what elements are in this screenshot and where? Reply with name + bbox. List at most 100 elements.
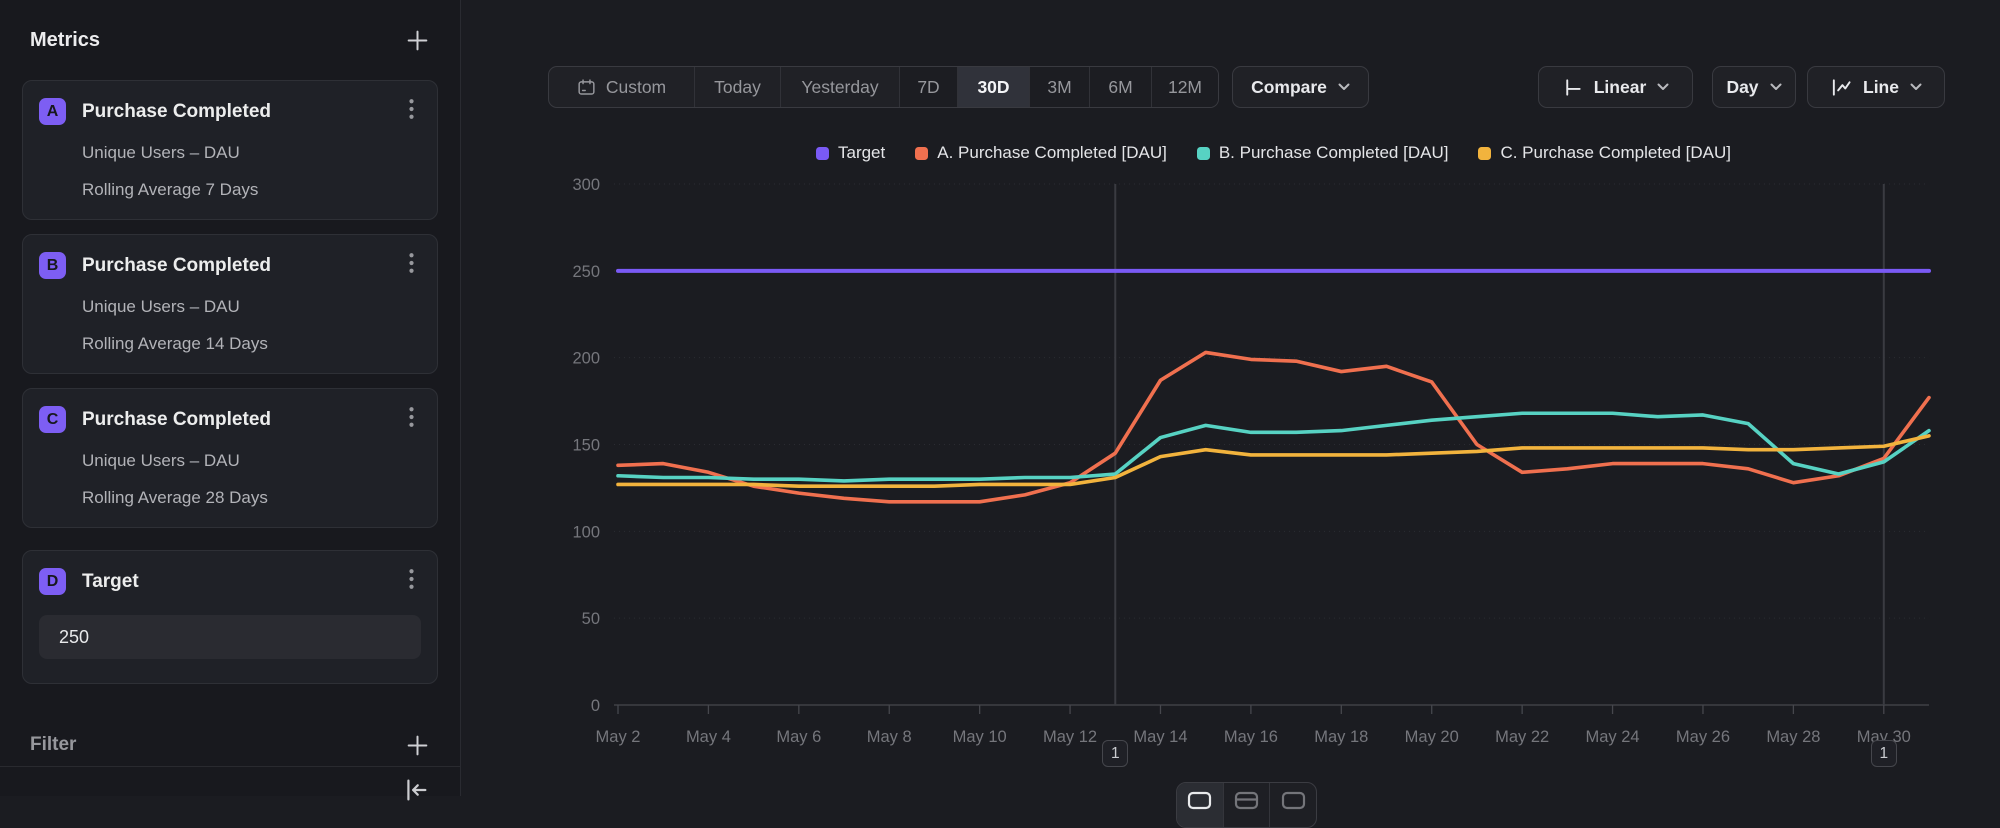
date-range-6m[interactable]: 6M: [1089, 67, 1151, 107]
legend-label: Target: [838, 143, 885, 163]
metric-title: Purchase Completed: [82, 409, 386, 431]
legend-item[interactable]: A. Purchase Completed [DAU]: [915, 143, 1167, 163]
metric-measure: Unique Users – DAU: [82, 143, 421, 163]
legend-item[interactable]: Target: [816, 143, 885, 163]
x-axis-label: May 10: [953, 728, 1007, 746]
chart-type-label: Line: [1863, 77, 1899, 98]
sidebar-title: Metrics: [30, 29, 100, 52]
kebab-menu-icon[interactable]: [402, 251, 421, 280]
legend-swatch: [915, 147, 928, 160]
target-card[interactable]: D Target: [22, 550, 438, 684]
metric-card[interactable]: B Purchase Completed Unique Users – DAU …: [22, 234, 438, 374]
date-range-control: Custom Today Yesterday 7D 30D 3M 6M 12M: [548, 66, 1219, 108]
kebab-menu-icon[interactable]: [402, 97, 421, 126]
metric-letter-badge: D: [39, 568, 66, 595]
metric-transform: Rolling Average 14 Days: [82, 334, 421, 354]
kebab-menu-icon[interactable]: [402, 567, 421, 596]
kebab-menu-icon[interactable]: [402, 405, 421, 434]
compare-label: Compare: [1251, 77, 1327, 98]
legend-item[interactable]: C. Purchase Completed [DAU]: [1478, 143, 1731, 163]
y-axis-label: 50: [582, 610, 600, 628]
date-range-12m[interactable]: 12M: [1151, 67, 1218, 107]
metric-card[interactable]: A Purchase Completed Unique Users – DAU …: [22, 80, 438, 220]
x-axis-label: May 24: [1585, 728, 1639, 746]
collapse-sidebar-button[interactable]: [402, 776, 430, 807]
collapse-left-icon: [402, 776, 430, 804]
chevron-down-icon: [1338, 83, 1350, 91]
legend-swatch: [1478, 147, 1491, 160]
table-view-icon: [1281, 791, 1306, 811]
target-value-input[interactable]: [39, 615, 421, 659]
date-range-7d[interactable]: 7D: [899, 67, 957, 107]
legend-label: B. Purchase Completed [DAU]: [1219, 143, 1449, 163]
chart-legend: Target A. Purchase Completed [DAU] B. Pu…: [618, 143, 1929, 163]
metric-letter-badge: B: [39, 252, 66, 279]
x-axis-label: May 28: [1766, 728, 1820, 746]
x-axis-label: May 12: [1043, 728, 1097, 746]
metric-card[interactable]: C Purchase Completed Unique Users – DAU …: [22, 388, 438, 528]
compare-button[interactable]: Compare: [1232, 66, 1369, 108]
add-metric-button[interactable]: [405, 28, 430, 53]
date-range-30d[interactable]: 30D: [957, 67, 1029, 107]
metric-title: Purchase Completed: [82, 101, 386, 123]
annotation-badge[interactable]: 1: [1871, 740, 1897, 767]
x-axis-label: May 20: [1405, 728, 1459, 746]
view-toggle-table[interactable]: [1269, 783, 1316, 827]
metric-transform: Rolling Average 7 Days: [82, 180, 421, 200]
metrics-sidebar: Metrics A Purchase Completed Unique User…: [0, 0, 461, 796]
y-axis-label: 300: [572, 176, 600, 194]
plus-icon: [405, 733, 430, 758]
chevron-down-icon: [1910, 83, 1922, 91]
metric-card-list: A Purchase Completed Unique Users – DAU …: [22, 80, 438, 542]
y-axis-label: 0: [591, 697, 600, 715]
chart-view-icon: [1187, 791, 1212, 811]
legend-swatch: [1197, 147, 1210, 160]
sidebar-divider: [0, 766, 460, 767]
x-axis-label: May 26: [1676, 728, 1730, 746]
x-axis-label: May 16: [1224, 728, 1278, 746]
view-toggle-split[interactable]: [1223, 783, 1270, 827]
x-axis-label: May 18: [1314, 728, 1368, 746]
metric-letter-badge: C: [39, 406, 66, 433]
y-scale-button[interactable]: Linear: [1538, 66, 1693, 108]
chevron-down-icon: [1770, 83, 1782, 91]
x-axis-label: May 14: [1133, 728, 1187, 746]
date-range-custom[interactable]: Custom: [549, 67, 694, 107]
y-axis-label: 250: [572, 263, 600, 281]
x-axis-label: May 6: [776, 728, 821, 746]
legend-item[interactable]: B. Purchase Completed [DAU]: [1197, 143, 1449, 163]
x-axis-label: May 4: [686, 728, 731, 746]
date-range-yesterday[interactable]: Yesterday: [780, 67, 899, 107]
y-axis-label: 200: [572, 350, 600, 368]
chart-type-button[interactable]: Line: [1807, 66, 1945, 108]
legend-label: A. Purchase Completed [DAU]: [937, 143, 1167, 163]
series-line-b-purchase-completed-dau: [618, 413, 1929, 481]
metrics-report-screen: { "sidebar": { "title": "Metrics", "metr…: [0, 0, 2000, 796]
metric-letter-badge: A: [39, 98, 66, 125]
metric-title: Purchase Completed: [82, 255, 386, 277]
granularity-button[interactable]: Day: [1712, 66, 1796, 108]
chevron-down-icon: [1657, 83, 1669, 91]
plus-icon: [405, 28, 430, 53]
y-axis-label: 150: [572, 437, 600, 455]
axis-scale-icon: [1562, 77, 1583, 98]
metric-transform: Rolling Average 28 Days: [82, 488, 421, 508]
x-axis-label: May 8: [867, 728, 912, 746]
date-range-3m[interactable]: 3M: [1029, 67, 1089, 107]
granularity-label: Day: [1726, 77, 1758, 98]
split-view-icon: [1234, 791, 1259, 811]
metric-measure: Unique Users – DAU: [82, 451, 421, 471]
y-axis-label: 100: [572, 523, 600, 541]
calendar-icon: [577, 78, 596, 97]
annotation-badge[interactable]: 1: [1102, 740, 1128, 767]
add-filter-button[interactable]: [405, 733, 430, 758]
x-axis-label: May 2: [596, 728, 641, 746]
chart-view-toggle: [1176, 782, 1317, 828]
view-toggle-chart[interactable]: [1177, 783, 1223, 827]
filter-label: Filter: [30, 734, 76, 756]
target-title: Target: [82, 571, 386, 593]
metric-measure: Unique Users – DAU: [82, 297, 421, 317]
date-range-today[interactable]: Today: [694, 67, 780, 107]
legend-label: C. Purchase Completed [DAU]: [1500, 143, 1731, 163]
legend-swatch: [816, 147, 829, 160]
